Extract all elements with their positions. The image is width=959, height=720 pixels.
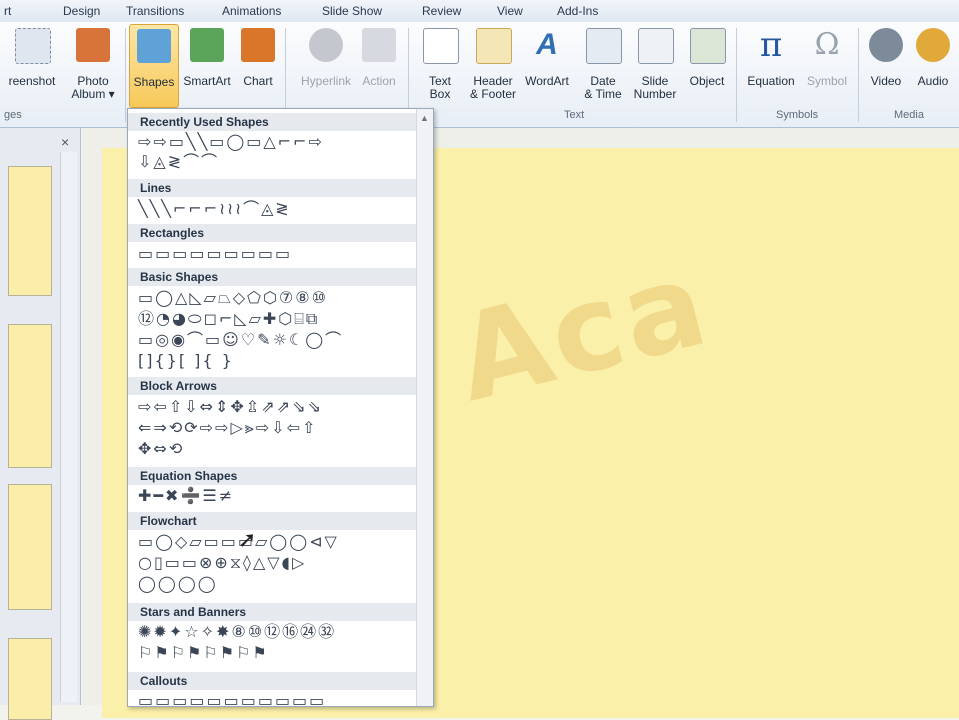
text-box-icon [423,28,459,64]
calendar-icon [586,28,622,64]
group-separator [125,28,126,122]
tab-review[interactable]: Review [422,4,461,18]
thumbnail-scrollbar[interactable] [60,152,77,702]
scroll-up-icon[interactable]: ▲ [420,113,429,123]
group-separator [736,28,737,122]
date-time-button[interactable]: Date & Time [580,24,626,108]
slide-thumbnail-pane: × [0,128,81,720]
photo-album-icon [76,28,110,62]
shapes-button[interactable]: Shapes [129,24,179,108]
group-label-media: Media [894,109,924,121]
equation-button[interactable]: π Equation [742,24,800,108]
shape-row[interactable]: ▭◯△◺▱⏢◇⬠⬡⑦⑧⑩ [138,289,328,307]
shape-row[interactable]: ✺✹✦☆✧✸⑧⑩⑫⑯㉔㉜ [138,623,336,641]
mouse-cursor-icon: ➚ [238,527,257,552]
category-lines: Lines [128,179,417,197]
category-flowchart: Flowchart [128,512,417,530]
shape-row[interactable]: []{}[ ]{ } [138,352,234,370]
object-button[interactable]: Object [684,24,730,108]
chart-icon [241,28,275,62]
omega-icon: Ω [814,27,840,62]
shape-row[interactable]: ⇐⇒⟲⟳⇨⇨▷⪢⇨⇩⇦⇧ [138,419,317,437]
text-box-button[interactable]: Text Box [420,24,460,108]
shape-row[interactable]: ▭▭▭▭▭▭▭▭▭ [138,245,292,263]
shape-row[interactable]: ⇨⇨▭╲╲▭◯▭△⌐⌐⇨ [138,133,324,151]
group-label-symbols: Symbols [776,109,819,121]
shape-row[interactable]: ╲╲╲⌐⌐⌐≀≀≀⌒◬≷ [138,200,291,218]
tab-design[interactable]: Design [63,4,100,18]
shape-row[interactable]: ✥⇔⟲ [138,440,184,458]
tab-add-ins[interactable]: Add-Ins [557,4,598,18]
slide-thumbnail[interactable] [8,484,52,610]
slide-thumbnail[interactable] [8,324,52,468]
group-separator [858,28,859,122]
video-button[interactable]: Video [864,24,908,108]
slide-thumbnail[interactable] [8,638,52,720]
category-stars-banners: Stars and Banners [128,603,417,621]
shape-row[interactable]: ▭◎◉⌒▭☺♡✎☼☾◯⌒ [138,331,343,349]
category-basic-shapes: Basic Shapes [128,268,417,286]
gallery-scrollbar[interactable]: ▲ [416,109,433,706]
shape-row[interactable]: ✚━✖➗☰≠ [138,487,234,505]
ribbon-tab-bar: rt Design Transitions Animations Slide S… [0,0,959,23]
header-footer-button[interactable]: Header & Footer [466,24,520,108]
tab-transitions[interactable]: Transitions [126,4,184,18]
shape-row[interactable]: ⚐⚑⚐⚑⚐⚑⚐⚑ [138,644,269,662]
tab-slide-show[interactable]: Slide Show [322,4,382,18]
shape-row[interactable]: ⇨⇦⇧⇩⇔⇕✥⇫⇗⇗⇘⇘ [138,398,323,416]
symbol-button[interactable]: Ω Symbol [802,24,852,108]
audio-button[interactable]: Audio [910,24,956,108]
group-label-images: ges [4,109,22,121]
action-button[interactable]: Action [357,24,401,108]
pi-icon: π [759,25,783,65]
slide-thumbnail[interactable] [8,166,52,296]
chart-button[interactable]: Chart [237,24,279,108]
category-rectangles: Rectangles [128,224,417,242]
wordart-icon: A [536,28,558,61]
object-icon [690,28,726,64]
shape-row[interactable]: ⑫◔◕⬭◻⌐◺▱✚⬡⌸⧉ [138,310,319,328]
hyperlink-button[interactable]: Hyperlink [295,24,357,108]
shape-row[interactable]: ⇩◬≷⌒⌒ [138,153,219,171]
shapes-gallery: Recently Used Shapes ⇨⇨▭╲╲▭◯▭△⌐⌐⇨ ⇩◬≷⌒⌒ … [127,108,434,707]
category-block-arrows: Block Arrows [128,377,417,395]
tab-animations[interactable]: Animations [222,4,281,18]
shapes-icon [137,29,171,63]
film-reel-icon [869,28,903,62]
screenshot-icon [15,28,51,64]
close-icon[interactable]: × [61,134,69,150]
photo-album-button[interactable]: Photo Album ▾ [64,24,122,108]
action-icon [362,28,396,62]
speaker-icon [916,28,950,62]
wordart-button[interactable]: A WordArt [522,24,572,108]
category-equation-shapes: Equation Shapes [128,467,417,485]
slide-number-icon [638,28,674,64]
header-footer-icon [476,28,512,64]
smartart-button[interactable]: SmartArt [181,24,233,108]
category-recently-used: Recently Used Shapes [128,113,417,131]
smartart-icon [190,28,224,62]
shape-row[interactable]: ○▯▭▭⊗⊕⧖◊△▽◖▷ [138,554,306,572]
shape-row[interactable]: ◯◯◯◯ [138,575,218,593]
slide-number-button[interactable]: Slide Number [632,24,678,108]
group-label-text: Text [564,109,585,121]
tab-view[interactable]: View [497,4,523,18]
screenshot-button[interactable]: reenshot [0,24,64,108]
globe-icon [309,28,343,62]
category-callouts: Callouts [128,672,417,690]
tab-insert[interactable]: rt [4,4,11,18]
